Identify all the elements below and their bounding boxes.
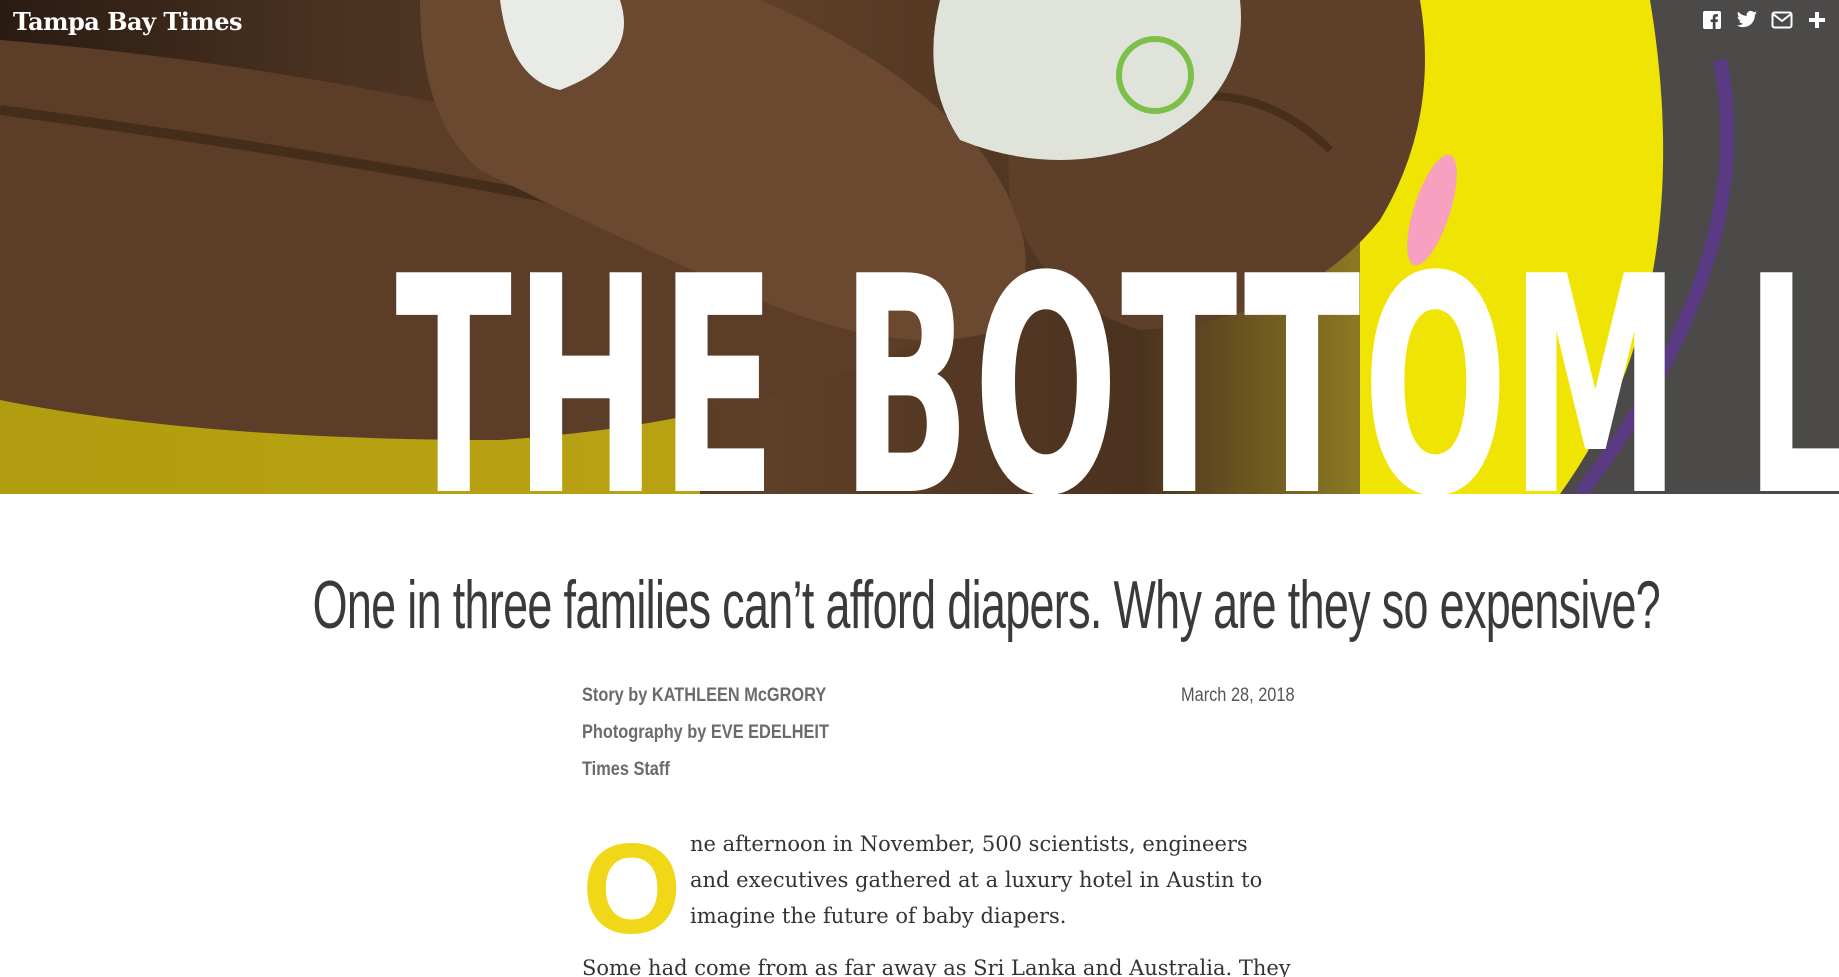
publish-date: March 28, 2018 [1181,685,1295,706]
plus-icon[interactable] [1805,8,1829,32]
paragraph: Some had come from as far away as Sri La… [582,956,1291,977]
drop-cap: O [582,818,682,961]
brand-logo[interactable]: Tampa Bay Times [13,7,242,36]
byline-photography: Photography by EVE EDELHEIT [582,722,829,743]
byline: Story by KATHLEEN McGRORY Photography by… [582,684,869,795]
subheadline: One in three families can’t afford diape… [312,567,1661,643]
byline-story: Story by KATHLEEN McGRORY [582,685,827,706]
byline-staff: Times Staff [582,759,670,780]
email-icon[interactable] [1770,8,1794,32]
facebook-icon[interactable] [1700,8,1724,32]
twitter-icon[interactable] [1735,8,1759,32]
social-share-bar [1700,8,1829,32]
hero-banner: Tampa Bay Times THE BOTTOM LINE [0,0,1839,494]
lead-paragraph: ne afternoon in November, 500 scientists… [690,832,1263,928]
hero-headline: THE BOTTOM LINE [395,213,1839,495]
